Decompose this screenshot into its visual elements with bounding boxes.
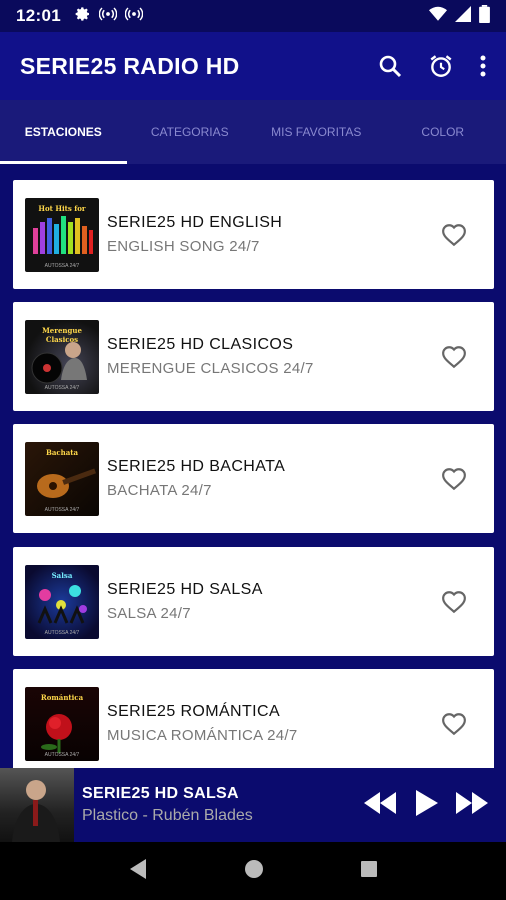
signal-icon (455, 5, 471, 27)
tab-estaciones[interactable]: ESTACIONES (0, 100, 127, 164)
home-icon[interactable] (244, 859, 264, 884)
station-card[interactable]: Hot Hits for AUTOSSA 24/7 SERIE25 HD ENG… (13, 180, 494, 289)
mini-player[interactable]: SERIE25 HD SALSA Plastico - Rubén Blades (0, 768, 506, 842)
app-bar: SERIE25 RADIO HD (0, 32, 506, 100)
favorite-heart-icon[interactable] (436, 467, 472, 491)
station-subtitle: BACHATA 24/7 (107, 482, 212, 499)
station-subtitle: MUSICA ROMÁNTICA 24/7 (107, 727, 298, 744)
rose-art: Romántica AUTOSSA 24/7 (25, 686, 99, 761)
equalizer-art: Hot Hits for AUTOSSA 24/7 (25, 197, 99, 272)
more-vert-icon[interactable] (480, 54, 486, 78)
thumb-footer: AUTOSSA 24/7 (44, 384, 80, 391)
favorite-heart-icon[interactable] (436, 712, 472, 736)
station-card[interactable]: Romántica AUTOSSA 24/7 SERIE25 ROMÁNTICA… (13, 669, 494, 768)
station-card[interactable]: Bachata AUTOSSA 24/7 SERIE25 HD BACHATA … (13, 424, 494, 533)
status-time: 12:01 (16, 6, 61, 25)
tab-bar: ESTACIONES CATEGORIAS MIS FAVORITAS COLO… (0, 100, 506, 164)
back-icon[interactable] (128, 858, 148, 885)
tab-categorias[interactable]: CATEGORIAS (127, 100, 254, 164)
station-subtitle: MERENGUE CLASICOS 24/7 (107, 360, 314, 377)
rewind-icon[interactable] (364, 791, 396, 819)
broadcast-icon (98, 6, 118, 27)
thumb-footer: AUTOSSA 24/7 (44, 751, 80, 758)
alarm-clock-icon[interactable] (428, 53, 454, 79)
app-title: SERIE25 RADIO HD (20, 52, 240, 79)
station-name: SERIE25 HD ENGLISH (107, 214, 283, 231)
station-name: SERIE25 HD CLASICOS (107, 336, 294, 353)
vinyl-art: Merengue Clasicos AUTOSSA 24/7 (25, 319, 99, 394)
fast-forward-icon[interactable] (456, 791, 488, 819)
now-playing-subtitle: Plastico - Rubén Blades (82, 807, 253, 824)
thumb-footer: AUTOSSA 24/7 (44, 506, 80, 513)
thumb-footer: AUTOSSA 24/7 (44, 262, 80, 269)
favorite-heart-icon[interactable] (436, 223, 472, 247)
settings-gear-icon (75, 6, 91, 27)
recents-icon[interactable] (360, 860, 378, 883)
station-subtitle: SALSA 24/7 (107, 605, 191, 622)
battery-icon (479, 4, 490, 28)
station-card[interactable]: Salsa AUTOSSA 24/7 SERIE25 HD SALSA SALS… (13, 547, 494, 656)
tab-color[interactable]: COLOR (380, 100, 506, 164)
tab-mis-favoritas[interactable]: MIS FAVORITAS (253, 100, 380, 164)
guitar-art: Bachata AUTOSSA 24/7 (25, 441, 99, 516)
now-playing-title: SERIE25 HD SALSA (82, 785, 239, 802)
favorite-heart-icon[interactable] (436, 590, 472, 614)
favorite-heart-icon[interactable] (436, 345, 472, 369)
station-name: SERIE25 HD BACHATA (107, 458, 286, 475)
status-bar: 12:01 (0, 0, 506, 32)
station-name: SERIE25 ROMÁNTICA (107, 703, 281, 720)
search-icon[interactable] (378, 54, 402, 78)
player-artwork (0, 768, 74, 842)
wifi-icon (429, 6, 447, 27)
system-nav-bar (0, 842, 506, 900)
station-name: SERIE25 HD SALSA (107, 581, 263, 598)
play-icon[interactable] (414, 789, 438, 821)
station-subtitle: ENGLISH SONG 24/7 (107, 238, 260, 255)
station-list: Hot Hits for AUTOSSA 24/7 SERIE25 HD ENG… (0, 164, 506, 768)
station-card[interactable]: Merengue Clasicos AUTOSSA 24/7 SERIE25 H… (13, 302, 494, 411)
broadcast-icon-2 (124, 6, 144, 27)
dancers-art: Salsa AUTOSSA 24/7 (25, 564, 99, 639)
thumb-footer: AUTOSSA 24/7 (44, 629, 80, 636)
